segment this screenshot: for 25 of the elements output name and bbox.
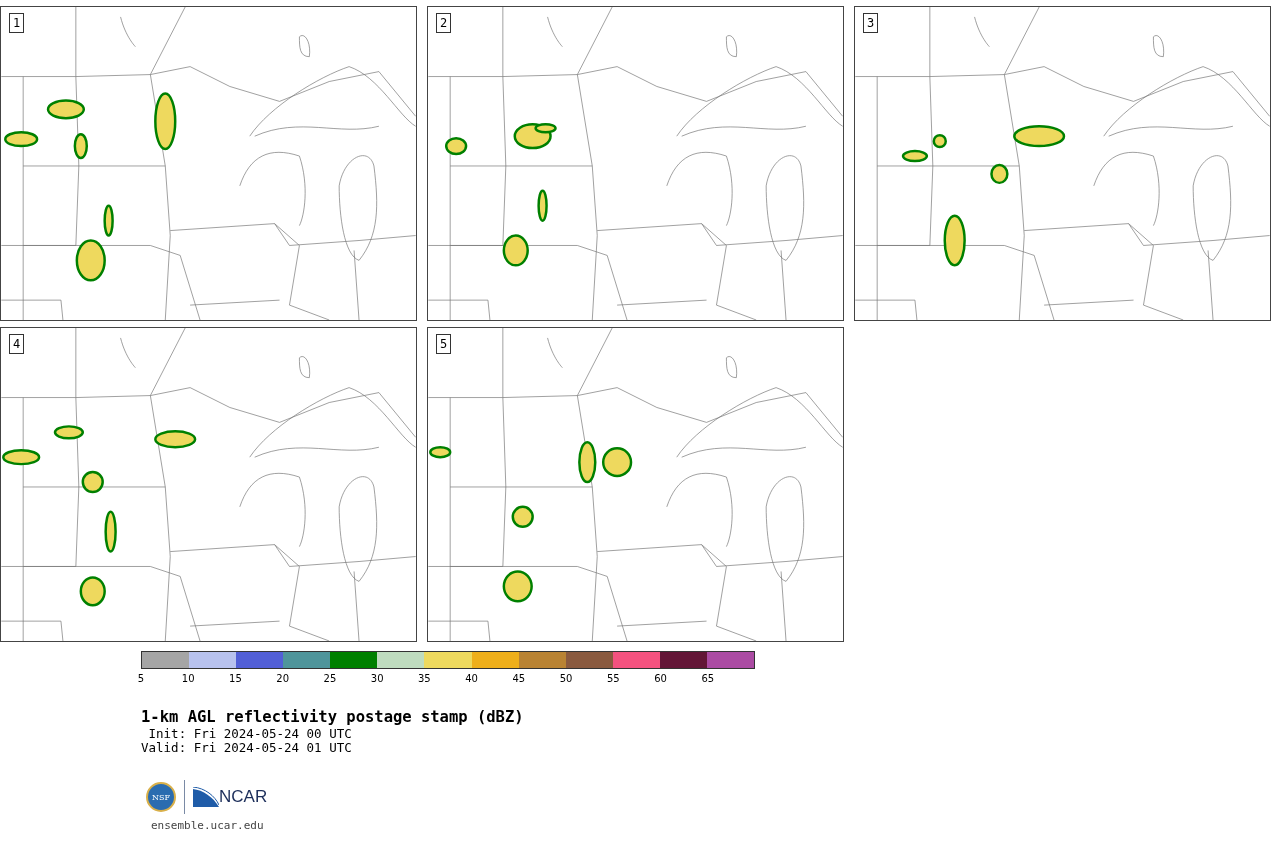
tick-label: 30: [370, 673, 384, 684]
tick-label: 40: [465, 673, 478, 684]
panel-number: 2: [436, 13, 452, 33]
tick-label: 35: [418, 673, 431, 684]
panel-number: 5: [436, 334, 452, 354]
ncar-logo-text: NCAR: [219, 787, 268, 807]
valid-time: Valid: Fri 2024-05-24 01 UTC: [141, 741, 353, 755]
panel-number: 4: [9, 334, 25, 354]
website-link[interactable]: ensemble.ucar.edu: [151, 819, 264, 832]
tick-label: 15: [229, 673, 242, 684]
tick-label: 50: [559, 673, 573, 684]
nsf-logo: NSF: [146, 782, 176, 812]
tick-label: 25: [323, 673, 337, 684]
tick-label: 5: [137, 673, 145, 684]
tick-label: 10: [181, 673, 195, 684]
tick-label: 20: [276, 673, 290, 684]
chart-title: 1-km AGL reflectivity postage stamp (dBZ): [141, 707, 525, 727]
tick-label: 45: [512, 673, 526, 684]
tick-label: 55: [606, 673, 620, 684]
panel-number: 3: [863, 13, 879, 33]
panel-number: 1: [9, 13, 25, 33]
init-time: Init: Fri 2024-05-24 00 UTC: [147, 727, 353, 741]
tick-label: 65: [701, 673, 715, 684]
tick-label: 60: [654, 673, 667, 684]
ncar-logo-icon: [193, 787, 219, 807]
